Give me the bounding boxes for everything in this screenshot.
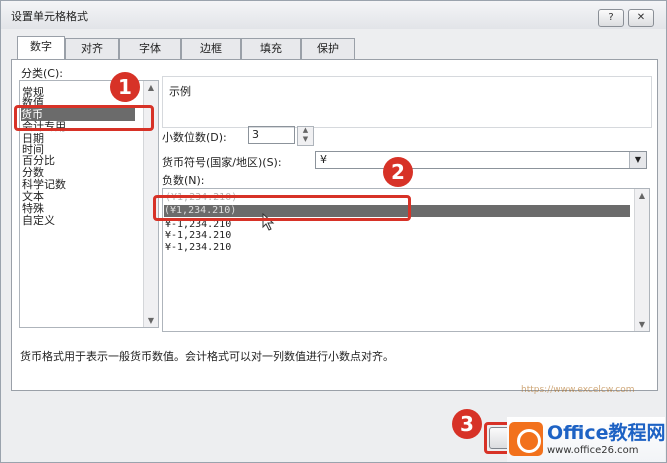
scroll-up-arrow[interactable]: ▲ [635,191,649,200]
callout-box-category [14,105,154,131]
chevron-down-icon[interactable]: ▼ [629,152,646,168]
sample-box: 示例 [162,76,652,128]
decimal-places-label: 小数位数(D): [162,131,227,144]
watermark-url-2: https://www.excelcw.com [521,385,635,395]
close-button[interactable]: ✕ [628,9,654,27]
format-cells-dialog: 设置单元格格式 ? ✕ 数字 对齐 字体 边框 填充 保护 分类(C): 常规 … [0,0,667,463]
currency-symbol-value: ¥ [320,153,327,166]
tab-border[interactable]: 边框 [181,38,241,59]
dialog-title: 设置单元格格式 [11,10,88,23]
decimal-places-input[interactable]: 3 [248,126,295,144]
tab-number[interactable]: 数字 [17,36,65,60]
title-bar: 设置单元格格式 ? ✕ [1,1,666,29]
tab-font[interactable]: 字体 [119,38,181,59]
spin-up-icon[interactable]: ▲ [298,126,313,134]
help-button[interactable]: ? [598,9,624,27]
scroll-down-arrow[interactable]: ▼ [144,316,158,325]
currency-symbol-label: 货币符号(国家/地区)(S): [162,156,282,169]
category-item-custom[interactable]: 自定义 [22,214,55,227]
watermark: Office教程网 www.office26.com [507,417,666,462]
category-label: 分类(C): [21,67,63,80]
office-logo-icon [509,422,543,456]
watermark-url: www.office26.com [547,445,639,456]
negative-format-item[interactable]: ¥-1,234.210 [165,242,231,254]
tab-fill[interactable]: 填充 [241,38,301,59]
scroll-down-arrow[interactable]: ▼ [635,320,649,329]
watermark-brand: Office教程网 [547,422,666,444]
callout-marker-2: 2 [383,157,413,187]
negative-list-scrollbar[interactable]: ▲ ▼ [634,189,649,331]
callout-box-negative [153,195,411,221]
callout-marker-3: 3 [452,409,482,439]
currency-symbol-select[interactable]: ¥ ▼ [315,151,647,169]
format-description: 货币格式用于表示一般货币数值。会计格式可以对一列数值进行小数点对齐。 [20,350,394,363]
sample-label: 示例 [169,85,191,98]
tab-protection[interactable]: 保护 [301,38,355,59]
decimal-places-spinner[interactable]: ▲ ▼ [297,126,314,146]
callout-marker-1: 1 [110,72,140,102]
negative-numbers-label: 负数(N): [162,174,205,187]
spin-down-icon[interactable]: ▼ [298,135,313,143]
scroll-up-arrow[interactable]: ▲ [144,83,158,92]
negative-format-item[interactable]: ¥-1,234.210 [165,230,231,242]
tab-alignment[interactable]: 对齐 [65,38,119,59]
